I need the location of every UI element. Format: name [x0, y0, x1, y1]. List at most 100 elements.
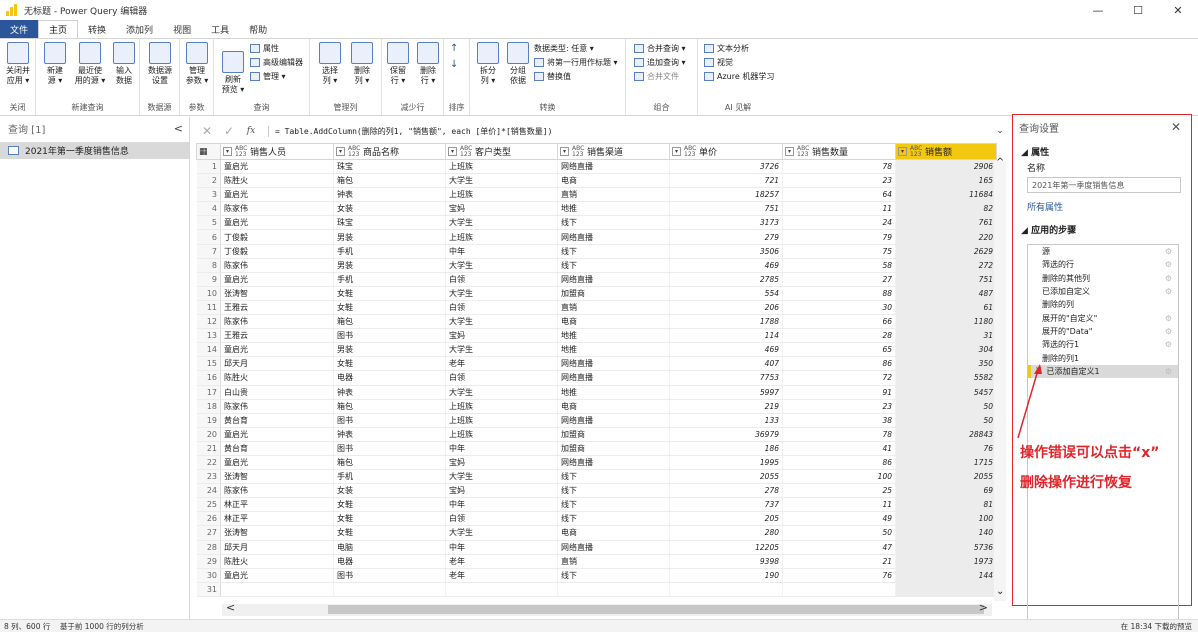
scroll-down-icon[interactable]: ⌄ — [996, 586, 1004, 597]
table-cell[interactable]: 3726 — [669, 159, 783, 175]
table-row[interactable]: 4 陈家伟 女装 宝妈 地推 751 11 82 — [196, 201, 997, 217]
table-cell[interactable]: 61 — [895, 300, 997, 316]
table-row[interactable]: 18 陈家伟 箱包 上班族 电商 219 23 50 — [196, 399, 997, 414]
table-cell[interactable]: 陈家伟 — [220, 314, 334, 330]
table-cell[interactable]: 陈家伟 — [220, 399, 334, 414]
close-window-button[interactable]: ✕ — [1158, 0, 1198, 20]
col-header[interactable]: ▾ ABC 123 销售渠道 — [557, 143, 670, 160]
table-cell[interactable]: 白领 — [445, 300, 558, 316]
type-icon[interactable]: ABC 123 — [235, 146, 247, 158]
table-cell[interactable]: 50 — [895, 399, 997, 414]
table-row[interactable]: 26 林正平 女鞋 白领 线下 205 49 100 — [196, 511, 997, 527]
filter-dropdown-icon[interactable]: ▾ — [898, 147, 907, 156]
filter-dropdown-icon[interactable]: ▾ — [448, 147, 457, 156]
table-row[interactable]: 9 童启光 手机 白领 网络直播 2785 27 751 — [196, 272, 997, 287]
table-cell[interactable]: 大学生 — [445, 342, 558, 358]
table-row[interactable]: 30 童启光 图书 老年 线下 190 76 144 — [196, 568, 997, 583]
manage-button[interactable]: 管理 ▾ — [250, 71, 286, 82]
table-cell[interactable]: 地推 — [557, 385, 670, 400]
table-cell[interactable]: 38 — [782, 413, 896, 428]
table-cell[interactable]: 白领 — [445, 272, 558, 287]
text-analytics-button[interactable]: 文本分析 — [704, 43, 749, 54]
table-row[interactable]: 10 张涛智 女鞋 大学生 加盟商 554 88 487 — [196, 286, 997, 301]
table-cell[interactable]: 751 — [895, 272, 997, 287]
table-row[interactable]: 23 张涛智 手机 大学生 线下 2055 100 2055 — [196, 469, 997, 485]
table-cell[interactable]: 线下 — [557, 568, 670, 583]
table-cell[interactable]: 11684 — [895, 187, 997, 203]
table-row[interactable]: 24 陈家伟 女装 宝妈 线下 278 25 69 — [196, 483, 997, 499]
table-cell[interactable]: 大学生 — [445, 385, 558, 400]
table-cell[interactable]: 761 — [895, 215, 997, 231]
table-cell[interactable]: 网络直播 — [557, 229, 670, 245]
table-cell[interactable]: 31 — [895, 328, 997, 344]
table-cell[interactable]: 童启光 — [220, 427, 334, 442]
table-cell[interactable]: 钟表 — [333, 187, 446, 203]
table-cell[interactable]: 中年 — [445, 497, 558, 513]
table-cell[interactable]: 女鞋 — [333, 300, 446, 316]
applied-step[interactable]: 筛选的行1 ⚙ — [1028, 338, 1178, 351]
table-cell[interactable]: 280 — [669, 525, 783, 541]
table-cell[interactable]: 图书 — [333, 441, 446, 456]
table-cell[interactable]: 737 — [669, 497, 783, 513]
table-cell[interactable]: 白山贵 — [220, 385, 334, 400]
table-cell[interactable]: 2055 — [669, 469, 783, 485]
table-cell[interactable]: 女鞋 — [333, 525, 446, 541]
table-cell[interactable] — [220, 582, 334, 597]
table-cell[interactable]: 78 — [782, 427, 896, 442]
table-cell[interactable]: 陈胜火 — [220, 173, 334, 189]
table-cell[interactable]: 47 — [782, 540, 896, 555]
table-cell[interactable]: 133 — [669, 413, 783, 428]
table-cell[interactable]: 100 — [782, 469, 896, 485]
table-cell[interactable]: 7753 — [669, 370, 783, 386]
table-cell[interactable]: 网络直播 — [557, 413, 670, 428]
table-cell[interactable]: 童启光 — [220, 187, 334, 203]
table-cell[interactable]: 宝妈 — [445, 201, 558, 217]
tab-view[interactable]: 视图 — [163, 20, 201, 38]
table-cell[interactable]: 男装 — [333, 342, 446, 358]
applied-step[interactable]: 已添加自定义 ⚙ — [1028, 285, 1178, 298]
table-cell[interactable]: 76 — [782, 568, 896, 583]
step-settings-icon[interactable]: ⚙ — [1165, 247, 1172, 256]
table-cell[interactable]: 加盟商 — [557, 427, 670, 442]
refresh-preview-button[interactable]: 刷新 预览 ▾ — [218, 51, 248, 95]
table-cell[interactable]: 大学生 — [445, 173, 558, 189]
cancel-icon[interactable]: ✕ — [196, 124, 218, 138]
table-cell[interactable]: 地推 — [557, 328, 670, 344]
table-cell[interactable]: 350 — [895, 356, 997, 372]
table-cell[interactable]: 加盟商 — [557, 286, 670, 301]
table-cell[interactable]: 张涛智 — [220, 525, 334, 541]
table-cell[interactable]: 28 — [782, 328, 896, 344]
table-cell[interactable]: 21 — [782, 554, 896, 569]
table-cell[interactable]: 丁俊毅 — [220, 229, 334, 245]
table-cell[interactable]: 女鞋 — [333, 356, 446, 372]
remove-rows-button[interactable]: 删除 行 ▾ — [414, 42, 442, 86]
vertical-scrollbar[interactable]: ^ ⌄ — [994, 157, 1006, 601]
tab-home[interactable]: 主页 — [38, 19, 79, 39]
table-cell[interactable]: 陈家伟 — [220, 201, 334, 217]
table-cell[interactable]: 220 — [895, 229, 997, 245]
table-cell[interactable]: 272 — [895, 258, 997, 273]
table-row[interactable]: 5 童启光 珠宝 大学生 线下 3173 24 761 — [196, 215, 997, 231]
table-cell[interactable]: 童启光 — [220, 342, 334, 358]
table-cell[interactable]: 24 — [782, 215, 896, 231]
table-cell[interactable]: 1973 — [895, 554, 997, 569]
applied-step[interactable]: 展开的"Data" ⚙ — [1028, 325, 1178, 338]
table-cell[interactable]: 网络直播 — [557, 540, 670, 555]
table-cell[interactable]: 81 — [895, 497, 997, 513]
table-cell[interactable]: 钟表 — [333, 385, 446, 400]
table-cell[interactable]: 上班族 — [445, 159, 558, 175]
table-cell[interactable]: 5736 — [895, 540, 997, 555]
table-cell[interactable]: 网络直播 — [557, 356, 670, 372]
table-cell[interactable]: 1180 — [895, 314, 997, 330]
table-row[interactable]: 7 丁俊毅 手机 中年 线下 3506 75 2629 — [196, 244, 997, 259]
step-settings-icon[interactable]: ⚙ — [1165, 287, 1172, 296]
col-header[interactable]: ▾ ABC 123 销售数量 — [782, 143, 896, 160]
split-column-button[interactable]: 拆分 列 ▾ — [474, 42, 502, 86]
table-cell[interactable]: 男装 — [333, 258, 446, 273]
table-cell[interactable]: 49 — [782, 511, 896, 527]
table-cell[interactable]: 100 — [895, 511, 997, 527]
table-cell[interactable]: 线下 — [557, 469, 670, 485]
table-cell[interactable]: 279 — [669, 229, 783, 245]
table-cell[interactable]: 大学生 — [445, 314, 558, 330]
table-cell[interactable]: 钟表 — [333, 427, 446, 442]
